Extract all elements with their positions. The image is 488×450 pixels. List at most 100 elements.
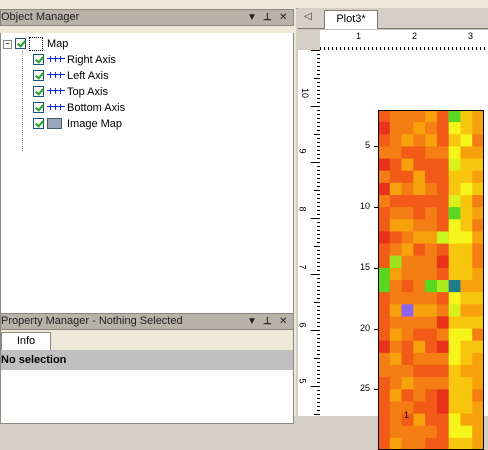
heatmap-cell — [389, 207, 403, 220]
heatmap-cell — [389, 292, 403, 305]
heatmap-cell — [401, 437, 414, 450]
checkbox-image-map[interactable] — [33, 118, 44, 129]
heatmap-cell — [460, 207, 473, 220]
heatmap-cell — [413, 425, 426, 439]
heatmap-cell — [389, 255, 402, 268]
heatmap-cell — [389, 243, 403, 257]
heatmap-cell — [472, 243, 484, 257]
checkbox-bottom-axis[interactable] — [33, 102, 44, 113]
heatmap-cell — [425, 352, 438, 366]
heatmap-cell — [389, 401, 403, 415]
ruler-corner — [298, 30, 320, 50]
heatmap-cell — [448, 328, 461, 342]
heatmap-cell — [472, 182, 484, 196]
heatmap-cell — [413, 195, 426, 208]
heatmap-cell — [436, 110, 450, 123]
tree-item-label: Bottom Axis — [67, 102, 126, 114]
pin-icon[interactable]: ⊥ — [263, 314, 272, 329]
heatmap-cell — [436, 267, 450, 281]
heatmap-cell — [448, 134, 461, 147]
heatmap-cell — [378, 437, 391, 450]
heatmap-cell — [401, 146, 414, 160]
heatmap-cell — [448, 255, 461, 269]
ruler-number: 3 — [468, 31, 474, 41]
heatmap-cell — [436, 182, 450, 196]
tree-item-label: Image Map — [67, 118, 123, 130]
heatmap-cell — [472, 195, 484, 208]
dropdown-icon[interactable]: ▼ — [247, 314, 257, 329]
heatmap-cell — [413, 437, 426, 450]
heatmap-cell — [460, 170, 473, 184]
heatmap-cell — [448, 365, 461, 378]
selection-status: No selection — [1, 350, 293, 370]
heatmap-cell — [389, 280, 403, 293]
tree-item-left-axis[interactable]: Left Axis — [1, 68, 291, 84]
heatmap-cell — [436, 401, 450, 415]
y-axis-tick — [374, 389, 378, 391]
vertical-ruler: 10 9 8 7 6 5 — [298, 50, 321, 416]
heatmap-cell — [448, 158, 461, 172]
object-manager-titlebar: Object Manager ▼ ⊥ ✕ — [0, 9, 294, 26]
checkbox-map[interactable] — [15, 38, 26, 49]
plot-canvas[interactable]: 25 20 15 10 5 1 — [320, 50, 488, 450]
heatmap-cell — [472, 280, 484, 293]
heatmap-cell — [401, 365, 414, 378]
heatmap-cell — [448, 243, 461, 257]
heatmap-cell — [378, 292, 391, 305]
checkbox-left-axis[interactable] — [33, 70, 44, 81]
tree-item-top-axis[interactable]: Top Axis — [1, 84, 291, 100]
tab-info[interactable]: Info — [1, 332, 51, 350]
scroll-tabs-left-icon[interactable]: ◁ — [304, 11, 312, 22]
heatmap-cell — [472, 413, 484, 427]
heatmap-cell — [389, 267, 403, 281]
tree-item-label: Left Axis — [67, 70, 109, 82]
heatmap-cell — [436, 365, 450, 378]
heatmap-cell — [378, 243, 391, 257]
dropdown-icon[interactable]: ▼ — [247, 10, 257, 25]
heatmap-cell — [460, 195, 473, 208]
heatmap-cell — [472, 255, 484, 269]
checkbox-right-axis[interactable] — [33, 54, 44, 65]
heatmap-cell — [413, 146, 426, 160]
heatmap-cell — [425, 122, 438, 135]
collapse-icon[interactable]: − — [3, 40, 12, 49]
heatmap-cell — [401, 377, 414, 390]
heatmap-cell — [389, 122, 403, 135]
heatmap-cell — [448, 413, 461, 427]
heatmap-cell — [389, 195, 403, 208]
close-icon[interactable]: ✕ — [279, 10, 287, 25]
heatmap-cell — [460, 280, 473, 293]
ruler-number: 9 — [297, 148, 308, 154]
tab-plot3[interactable]: Plot3* — [324, 10, 378, 29]
heatmap-cell — [413, 377, 426, 390]
heatmap-graph[interactable] — [378, 110, 484, 450]
left-panel: Object Manager ▼ ⊥ ✕ − Map Right Axis Le… — [0, 8, 296, 424]
heatmap-cell — [413, 158, 426, 172]
ruler-number: 1 — [356, 31, 362, 41]
heatmap-cell — [472, 328, 484, 342]
heatmap-cell — [378, 425, 391, 439]
heatmap-cell — [389, 377, 403, 390]
heatmap-cell — [425, 328, 438, 342]
heatmap-cell — [460, 182, 473, 196]
heatmap-cell — [413, 182, 426, 196]
heatmap-cell — [389, 219, 403, 232]
heatmap-cell — [401, 389, 414, 402]
ruler-number: 8 — [297, 206, 308, 212]
close-icon[interactable]: ✕ — [279, 314, 287, 329]
heatmap-cell — [425, 304, 438, 317]
heatmap-cell — [460, 328, 473, 342]
tree-item-right-axis[interactable]: Right Axis — [1, 52, 291, 68]
property-manager-title: Property Manager - Nothing Selected — [1, 315, 183, 327]
tree-item-image-map[interactable]: Image Map — [1, 116, 291, 132]
heatmap-cell — [378, 207, 391, 220]
heatmap-cell — [378, 146, 391, 160]
heatmap-cell — [460, 389, 473, 402]
heatmap-cell — [472, 316, 484, 330]
pin-icon[interactable]: ⊥ — [263, 10, 272, 25]
tree-item-map[interactable]: − Map — [1, 36, 291, 52]
heatmap-cell — [460, 255, 473, 269]
checkbox-top-axis[interactable] — [33, 86, 44, 97]
tree-item-bottom-axis[interactable]: Bottom Axis — [1, 100, 291, 116]
heatmap-cell — [425, 292, 438, 305]
